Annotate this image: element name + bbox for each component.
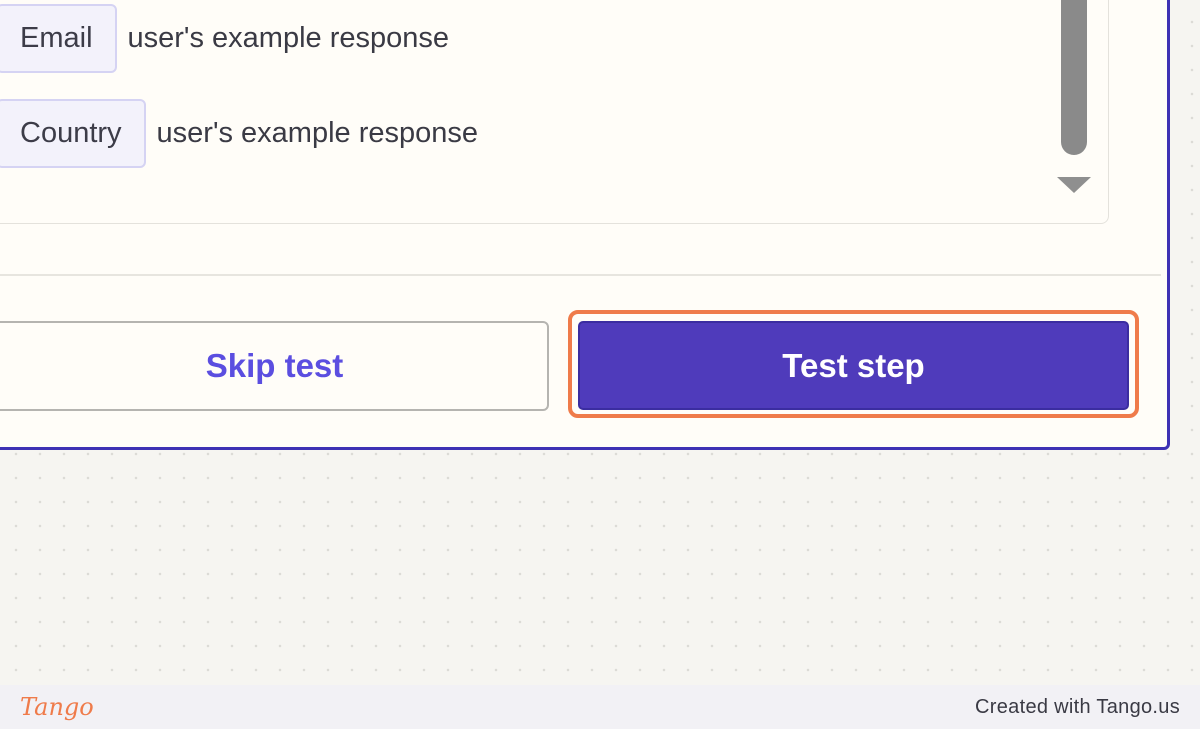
field-chip-country[interactable]: Country	[0, 99, 146, 168]
panel-divider	[0, 274, 1161, 276]
test-step-button[interactable]: Test step	[578, 321, 1129, 410]
field-row-country: Country user's example response	[0, 99, 478, 168]
field-value-country: user's example response	[156, 117, 479, 149]
scrollbar-thumb[interactable]	[1061, 0, 1087, 155]
field-row-email: Email user's example response	[0, 4, 449, 73]
field-value-email: user's example response	[127, 22, 449, 54]
tango-logo: Tango	[20, 693, 94, 721]
skip-test-button[interactable]: Skip test	[0, 321, 549, 411]
example-fields-list[interactable]: Email user's example response Country us…	[0, 0, 1109, 224]
field-chip-email[interactable]: Email	[0, 4, 117, 73]
scroll-down-arrow-icon[interactable]	[1057, 177, 1091, 193]
footer-credit: Created with Tango.us	[975, 695, 1180, 718]
footer-bar: Tango Created with Tango.us	[0, 685, 1200, 729]
